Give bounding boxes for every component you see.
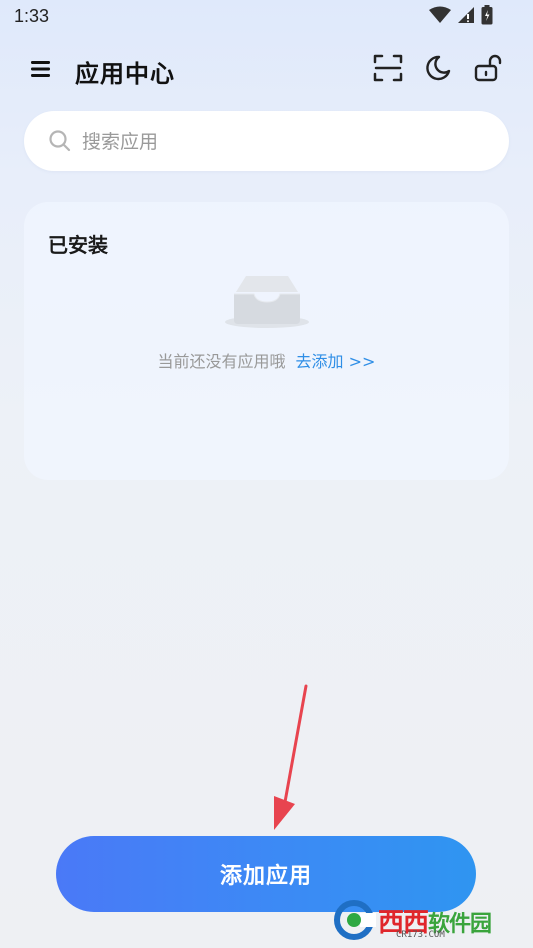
scan-button[interactable] <box>370 52 406 88</box>
watermark-logo-icon <box>332 898 376 942</box>
watermark-domain: CR173.COM <box>396 930 445 940</box>
installed-section: 已安装 当前还没有应用哦 去添加 >> <box>24 202 509 480</box>
moon-icon <box>424 54 452 86</box>
search-icon <box>48 129 72 153</box>
empty-inbox-icon <box>222 272 312 332</box>
battery-icon <box>481 5 493 29</box>
scan-icon <box>372 52 404 88</box>
dark-mode-button[interactable] <box>420 52 456 88</box>
status-bar: 1:33 <box>0 0 533 36</box>
search-input[interactable] <box>80 111 484 173</box>
wifi-icon <box>429 6 451 28</box>
app-header: 应用中心 <box>0 44 533 96</box>
unlock-icon <box>473 53 503 87</box>
go-add-link[interactable]: 去添加 >> <box>296 352 376 371</box>
menu-button[interactable] <box>24 54 58 88</box>
watermark: 西西软件园 CR173.COM <box>332 896 532 946</box>
empty-text: 当前还没有应用哦 <box>157 352 286 371</box>
page-title: 应用中心 <box>75 60 175 88</box>
status-icons <box>429 5 493 29</box>
section-title: 已安装 <box>48 233 108 257</box>
empty-state: 当前还没有应用哦 去添加 >> <box>24 348 509 372</box>
signal-icon <box>457 6 475 28</box>
search-bar[interactable] <box>24 111 509 173</box>
lock-button[interactable] <box>470 52 506 88</box>
menu-icon <box>30 59 52 83</box>
status-time: 1:33 <box>14 6 50 26</box>
annotation-arrow-icon <box>260 680 320 840</box>
